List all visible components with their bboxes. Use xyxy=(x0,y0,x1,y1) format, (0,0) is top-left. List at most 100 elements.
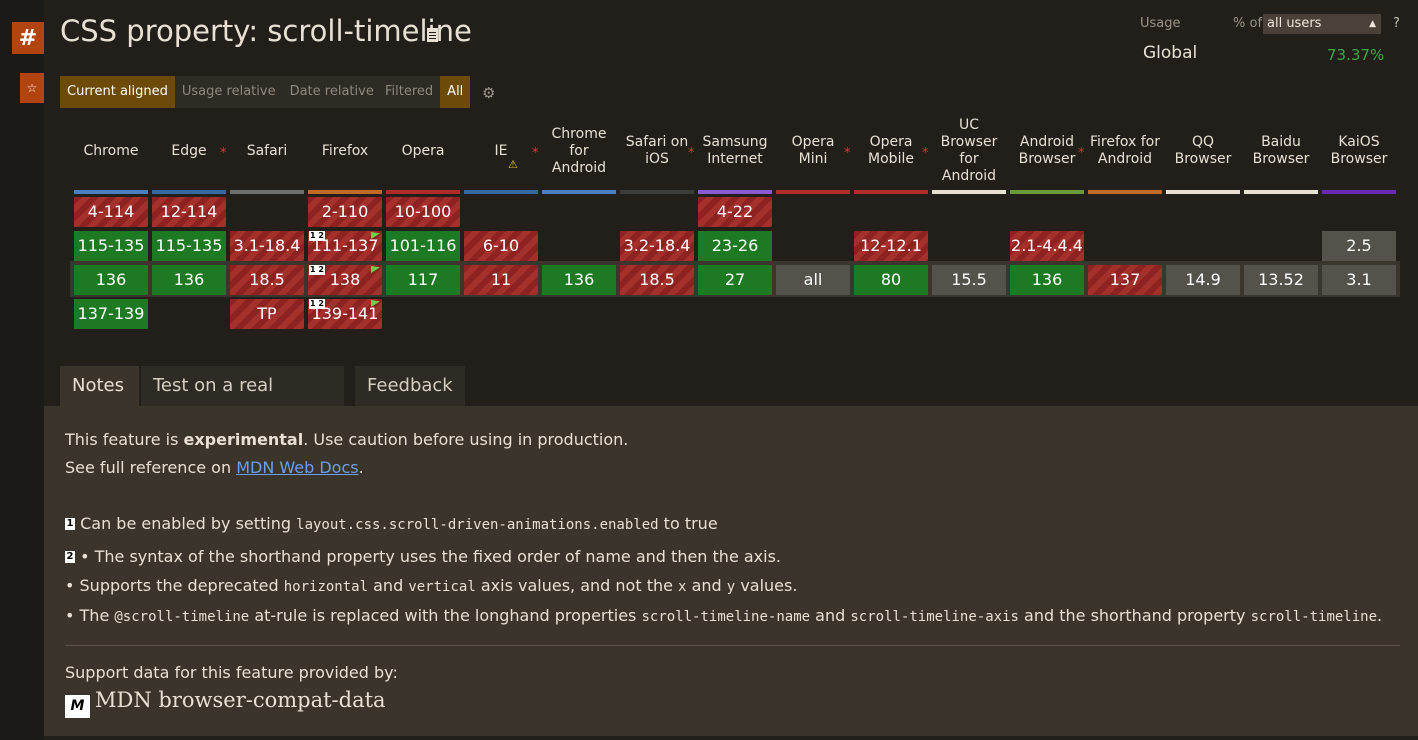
gear-icon[interactable]: ⚙ xyxy=(482,84,495,102)
tab-notes[interactable]: Notes xyxy=(60,366,139,406)
support-data-label: Support data for this feature provided b… xyxy=(65,663,398,682)
version-label: 138 xyxy=(329,270,361,289)
users-select[interactable]: all users ▲ xyxy=(1263,14,1381,34)
code-snippet: scroll-timeline-name xyxy=(641,609,811,625)
browser-column: Opera Mobile * 12-12.1 80 xyxy=(854,120,929,360)
support-cell[interactable]: 2.5 xyxy=(1322,231,1396,261)
browser-column: Baidu Browser 13.52 xyxy=(1244,120,1318,360)
support-cell[interactable]: 139-141 1 2 xyxy=(308,299,382,329)
code-snippet: scroll-timeline-axis xyxy=(850,609,1019,625)
filter-toggle: Filtered All xyxy=(378,76,471,108)
support-cell[interactable]: 14.9 xyxy=(1166,265,1240,295)
flag-icon xyxy=(371,266,380,273)
support-cell[interactable]: 2-110 xyxy=(308,197,382,227)
support-cell[interactable]: 136 xyxy=(152,265,226,295)
browser-column: Firefox 2-110 111-137 1 2 138 1 2 139-141 1 2 xyxy=(308,120,382,360)
tab-date-relative[interactable]: Date relative xyxy=(282,76,381,108)
support-cell[interactable]: 3.1 xyxy=(1322,265,1396,295)
support-cell[interactable]: 3.1-18.4 xyxy=(230,231,304,261)
support-cell[interactable]: 15.5 xyxy=(932,265,1006,295)
support-cell[interactable]: all xyxy=(776,265,850,295)
support-cell[interactable]: 80 xyxy=(854,265,928,295)
browser-column: Opera 10-100 101-116 117 xyxy=(386,120,460,360)
browser-name[interactable]: KaiOS Browser xyxy=(1322,120,1396,182)
note-bold-text: experimental xyxy=(183,430,304,449)
browser-name[interactable]: QQ Browser xyxy=(1166,120,1240,182)
browser-name[interactable]: Firefox for Android xyxy=(1088,120,1162,182)
support-cell[interactable]: 136 xyxy=(74,265,148,295)
support-cell[interactable]: 13.52 xyxy=(1244,265,1318,295)
browser-name[interactable]: Chrome for Android xyxy=(542,120,616,182)
browser-color-bar xyxy=(620,190,694,194)
support-cell[interactable]: 10-100 xyxy=(386,197,460,227)
global-usage-value: 73.37% xyxy=(1327,46,1385,64)
code-snippet: scroll-timeline xyxy=(1250,609,1378,625)
browser-name[interactable]: Samsung Internet xyxy=(698,120,772,182)
support-cell[interactable]: 136 xyxy=(1010,265,1084,295)
support-cell[interactable]: 4-22 xyxy=(698,197,772,227)
support-cell[interactable]: 136 xyxy=(542,265,616,295)
support-cell[interactable]: 117 xyxy=(386,265,460,295)
support-cell[interactable]: 12-114 xyxy=(152,197,226,227)
support-cell[interactable]: 115-135 xyxy=(152,231,226,261)
mdn-bcd-link[interactable]: M MDN browser-compat-data xyxy=(65,688,386,718)
tab-usage-relative[interactable]: Usage relative xyxy=(174,76,283,108)
star-icon[interactable]: ☆ xyxy=(20,73,44,103)
support-cell[interactable]: 27 xyxy=(698,265,772,295)
global-label: Global xyxy=(1143,43,1198,63)
browser-column: Safari on iOS * 3.2-18.4 18.5 xyxy=(620,120,695,360)
mdn-web-docs-link[interactable]: MDN Web Docs xyxy=(236,458,358,477)
browser-name[interactable]: Android Browser xyxy=(1010,120,1084,182)
permalink-hash-button[interactable]: # xyxy=(12,22,44,54)
browser-name[interactable]: Edge xyxy=(152,120,226,182)
browser-name[interactable]: Firefox xyxy=(308,120,382,182)
filter-all-button[interactable]: All xyxy=(440,76,471,108)
code-snippet: y xyxy=(726,579,736,595)
document-icon[interactable] xyxy=(427,28,438,42)
left-rail xyxy=(0,0,44,740)
browser-name[interactable]: Opera xyxy=(386,120,460,182)
tab-test-on-real-browser[interactable]: Test on a real browser xyxy=(141,366,344,436)
support-cell[interactable]: 18.5 xyxy=(230,265,304,295)
note-text: and xyxy=(815,606,846,625)
code-snippet: vertical xyxy=(408,579,476,595)
support-cell[interactable]: 3.2-18.4 xyxy=(620,231,694,261)
support-cell[interactable]: 6-10 xyxy=(464,231,538,261)
version-label: 3.2-18.4 xyxy=(623,236,691,255)
tab-current-aligned[interactable]: Current aligned xyxy=(60,76,175,108)
version-label: 13.52 xyxy=(1258,270,1304,289)
tab-feedback[interactable]: Feedback xyxy=(355,366,465,406)
asterisk-icon: * xyxy=(688,146,695,161)
browser-name[interactable]: Safari on iOS xyxy=(620,120,694,182)
support-cell[interactable]: 138 1 2 xyxy=(308,265,382,295)
browser-name[interactable]: IE xyxy=(464,120,538,182)
warning-icon: ⚠ xyxy=(508,158,518,171)
version-label: 137-139 xyxy=(77,304,145,323)
support-cell[interactable]: 4-114 xyxy=(74,197,148,227)
browser-name[interactable]: Opera Mobile xyxy=(854,120,928,182)
support-cell[interactable]: TP xyxy=(230,299,304,329)
filter-filtered-button[interactable]: Filtered xyxy=(378,76,441,108)
browser-name[interactable]: Baidu Browser xyxy=(1244,120,1318,182)
support-cell[interactable]: 23-26 xyxy=(698,231,772,261)
browser-name[interactable]: Opera Mini xyxy=(776,120,850,182)
support-cell[interactable]: 137-139 xyxy=(74,299,148,329)
browser-color-bar xyxy=(1244,190,1318,194)
asterisk-icon: * xyxy=(844,146,851,161)
support-cell[interactable]: 11 xyxy=(464,265,538,295)
version-label: 4-114 xyxy=(87,202,135,221)
browser-name[interactable]: UC Browser for Android xyxy=(932,117,1006,184)
support-cell[interactable]: 111-137 1 2 xyxy=(308,231,382,261)
chevron-updown-icon: ▲ xyxy=(1369,19,1376,29)
support-cell[interactable]: 2.1-4.4.4 xyxy=(1010,231,1084,261)
support-cell[interactable]: 115-135 xyxy=(74,231,148,261)
support-cell[interactable]: 12-12.1 xyxy=(854,231,928,261)
version-label: 12-114 xyxy=(160,202,218,221)
support-cell[interactable]: 18.5 xyxy=(620,265,694,295)
support-cell[interactable]: 101-116 xyxy=(386,231,460,261)
support-cell[interactable]: 137 xyxy=(1088,265,1162,295)
help-icon[interactable]: ? xyxy=(1393,16,1400,31)
browser-name[interactable]: Safari xyxy=(230,120,304,182)
version-label: 136 xyxy=(95,270,127,289)
browser-name[interactable]: Chrome xyxy=(74,120,148,182)
